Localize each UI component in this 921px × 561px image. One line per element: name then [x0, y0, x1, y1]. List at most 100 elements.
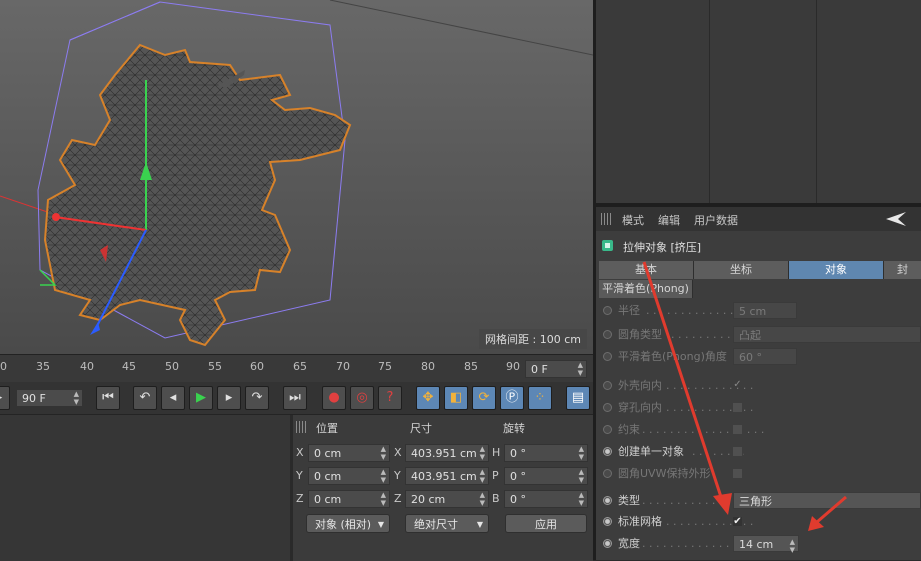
- fillet-type-select[interactable]: 凸起: [733, 326, 921, 343]
- position-y-field[interactable]: 0 cm ▲ ▼: [308, 467, 390, 485]
- spinner-icon[interactable]: ▲ ▼: [480, 445, 485, 461]
- axis-label: Y: [296, 469, 303, 482]
- animate-radio: [603, 306, 612, 315]
- next-key-icon[interactable]: ↷: [245, 386, 269, 410]
- frame-start-arrow-icon[interactable]: ▸: [0, 386, 10, 410]
- menu-mode[interactable]: 模式: [622, 212, 644, 228]
- 3d-viewport[interactable]: 网格间距 : 100 cm: [0, 0, 593, 354]
- spinner-icon[interactable]: ▲ ▼: [74, 390, 79, 406]
- animate-radio: [603, 403, 612, 412]
- create-single-object-checkbox[interactable]: [732, 446, 743, 457]
- apply-button[interactable]: 应用: [505, 514, 587, 533]
- spinner-icon[interactable]: ▲ ▼: [578, 361, 583, 377]
- panel-grip-icon[interactable]: [601, 213, 613, 225]
- material-panel[interactable]: [0, 415, 290, 561]
- tab-basic[interactable]: 基本: [599, 261, 694, 279]
- coordinates-manager: 位置 尺寸 旋转 X 0 cm ▲ ▼ X 403.951 cm ▲ ▼ H 0 ° ▲ ▼…: [0, 414, 593, 561]
- prop-hole-inwards: 穿孔向内 . . . . . . . . . . . . .: [596, 397, 921, 419]
- scale-key-icon[interactable]: ◧: [444, 386, 468, 410]
- ruler-tick: 50: [165, 360, 179, 373]
- spinner-icon[interactable]: ▲ ▼: [790, 538, 795, 554]
- rotation-p-field[interactable]: 0 ° ▲ ▼: [504, 467, 588, 485]
- prev-frame-icon[interactable]: ◂: [161, 386, 185, 410]
- play-icon[interactable]: ▶: [189, 386, 213, 410]
- size-mode-select[interactable]: 绝对尺寸 ▼: [405, 514, 489, 533]
- spinner-icon[interactable]: ▲ ▼: [480, 468, 485, 484]
- spinner-icon[interactable]: ▲ ▼: [579, 468, 584, 484]
- prop-constrain: 约束 . . . . . . . . . . . . . . . . . .: [596, 419, 921, 441]
- rotation-h-field[interactable]: 0 ° ▲ ▼: [504, 444, 588, 462]
- standard-grid-checkbox[interactable]: ✔: [732, 516, 743, 527]
- keep-fillet-uvw-checkbox[interactable]: [732, 468, 743, 479]
- object-manager-panel[interactable]: [596, 0, 921, 203]
- rotation-b-value: 0 °: [510, 493, 526, 506]
- current-frame-value: 0 F: [531, 363, 548, 376]
- record-keys-icon[interactable]: ●: [322, 386, 346, 410]
- type-select[interactable]: 三角形: [733, 492, 921, 509]
- spinner-icon[interactable]: ▲ ▼: [381, 468, 386, 484]
- tab-phong[interactable]: 平滑着色(Phong): [599, 280, 693, 298]
- phong-angle-field[interactable]: 60 °: [733, 348, 797, 365]
- animate-radio: [603, 496, 612, 505]
- chevron-down-icon: ▼: [476, 520, 483, 529]
- panel-grip-icon[interactable]: [296, 421, 308, 433]
- spinner-icon[interactable]: ▲ ▼: [381, 445, 386, 461]
- goto-end-icon[interactable]: ⏭: [283, 386, 307, 410]
- size-x-field[interactable]: 403.951 cm ▲ ▼: [405, 444, 489, 462]
- axis-label: Z: [394, 492, 402, 505]
- position-x-field[interactable]: 0 cm ▲ ▼: [308, 444, 390, 462]
- hull-inwards-checkbox[interactable]: ✓: [732, 380, 743, 391]
- keyframe-selection-icon[interactable]: ?: [378, 386, 402, 410]
- playback-controls: ▸ 90 F ▲▼ ⏮ ↶ ◂ ▶ ▸ ↷ ⏭ ● ◎ ? ✥ ◧ ⟳ Ⓟ ⁘ …: [0, 382, 593, 414]
- next-frame-icon[interactable]: ▸: [217, 386, 241, 410]
- menu-edit[interactable]: 编辑: [658, 212, 680, 228]
- attributes-menu-bar: 模式 编辑 用户数据: [596, 207, 921, 231]
- position-z-field[interactable]: 0 cm ▲ ▼: [308, 490, 390, 508]
- position-x-value: 0 cm: [314, 447, 342, 460]
- tab-caps[interactable]: 封: [884, 261, 921, 279]
- animate-radio: [603, 447, 612, 456]
- prop-fillet-type-label: 圆角类型: [618, 328, 662, 341]
- timeline-ruler[interactable]: 0 35 40 45 50 55 60 65 70 75 80 85 90 0 …: [0, 354, 593, 383]
- prop-hull-inwards: 外壳向内 . . . . . . . . . . . . . ✓: [596, 375, 921, 397]
- move-key-icon[interactable]: ✥: [416, 386, 440, 410]
- point-level-icon[interactable]: ⁘: [528, 386, 552, 410]
- end-frame-value: 90 F: [22, 392, 46, 405]
- ruler-tick: 60: [250, 360, 264, 373]
- panel-divider: [290, 415, 293, 561]
- rotate-key-icon[interactable]: ⟳: [472, 386, 496, 410]
- spinner-icon[interactable]: ▲ ▼: [579, 491, 584, 507]
- rotation-b-field[interactable]: 0 ° ▲ ▼: [504, 490, 588, 508]
- axis-label: Y: [394, 469, 401, 482]
- spinner-icon[interactable]: ▲ ▼: [381, 491, 386, 507]
- animate-radio: [603, 469, 612, 478]
- size-y-value: 403.951 cm: [411, 470, 477, 483]
- param-key-icon[interactable]: Ⓟ: [500, 386, 524, 410]
- film-strip-icon[interactable]: ▤: [566, 386, 590, 410]
- current-frame-field[interactable]: 0 F ▲ ▼: [525, 360, 587, 378]
- size-z-field[interactable]: 20 cm ▲ ▼: [405, 490, 489, 508]
- spinner-icon[interactable]: ▲ ▼: [480, 491, 485, 507]
- width-value: 14 cm: [739, 538, 774, 551]
- autokey-icon[interactable]: ◎: [350, 386, 374, 410]
- coordinate-mode-select[interactable]: 对象 (相对) ▼: [306, 514, 390, 533]
- prop-phong-angle: 平滑着色(Phong)角度 60 °: [596, 346, 921, 368]
- tab-coordinates[interactable]: 坐标: [694, 261, 789, 279]
- end-frame-field[interactable]: 90 F ▲ ▼: [16, 389, 83, 407]
- spinner-icon[interactable]: ▲ ▼: [579, 445, 584, 461]
- back-arrow-icon[interactable]: [886, 212, 906, 226]
- radius-field[interactable]: 5 cm: [733, 302, 797, 319]
- tab-object[interactable]: 对象: [789, 261, 884, 279]
- hole-inwards-checkbox[interactable]: [732, 402, 743, 413]
- column-divider: [709, 0, 710, 203]
- prev-key-icon[interactable]: ↶: [133, 386, 157, 410]
- size-y-field[interactable]: 403.951 cm ▲ ▼: [405, 467, 489, 485]
- goto-start-icon[interactable]: ⏮: [96, 386, 120, 410]
- constrain-checkbox[interactable]: [732, 424, 743, 435]
- menu-user-data[interactable]: 用户数据: [694, 212, 738, 228]
- axis-label: X: [296, 446, 304, 459]
- ruler-tick: 65: [293, 360, 307, 373]
- width-field[interactable]: 14 cm ▲ ▼: [733, 535, 799, 554]
- prop-standard-grid: 标准网格 . . . . . . . . . . . . . ✔: [596, 511, 921, 533]
- animate-radio: [603, 517, 612, 526]
